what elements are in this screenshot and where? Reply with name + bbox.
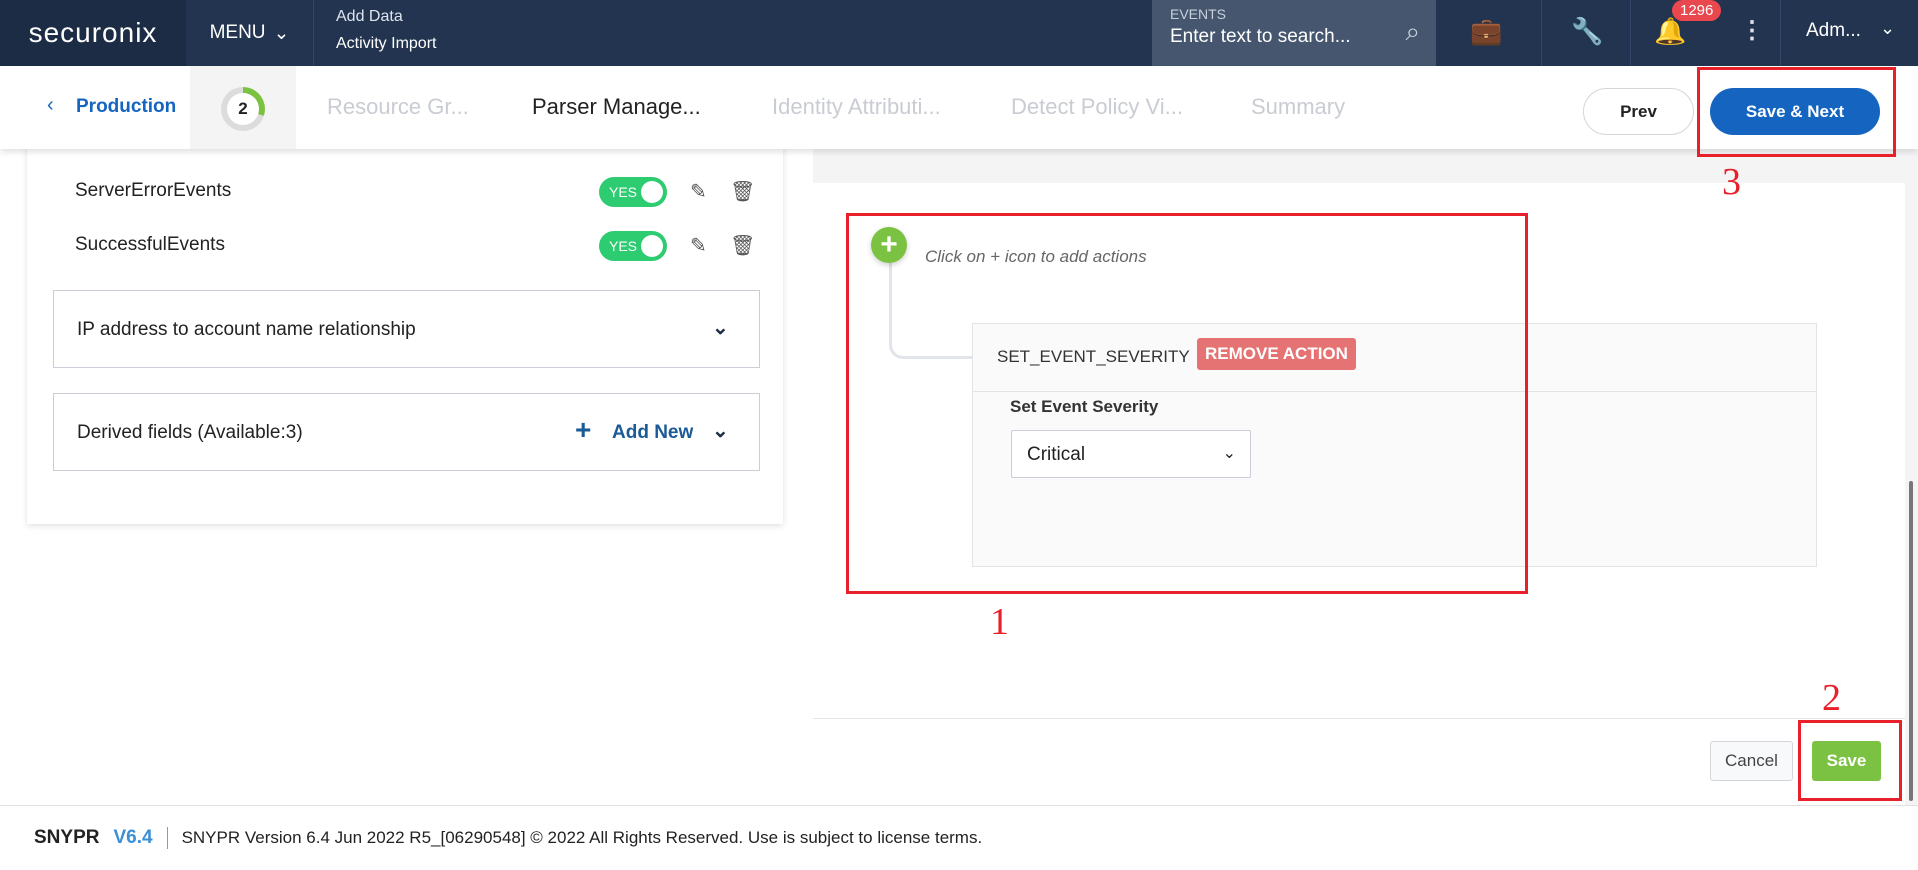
search-icon[interactable]: ⌕ [1405,16,1420,48]
event-name: SuccessfulEvents [75,234,225,255]
search-input[interactable]: Enter text to search... [1170,26,1418,48]
tab-summary[interactable]: Summary [1251,94,1345,120]
left-panel: ServerErrorEvents YES ✎ 🗑 SuccessfulEven… [0,119,813,805]
chevron-down-icon[interactable]: ⌄ [1880,18,1895,39]
annotation-label-1: 1 [990,601,1009,643]
chevron-down-icon[interactable]: ⌄ [712,418,729,443]
briefcase-add-icon[interactable]: 💼 [1470,16,1502,47]
footer: SNYPR V6.4 SNYPR Version 6.4 Jun 2022 R5… [0,805,1918,870]
enabled-toggle[interactable]: YES [599,231,667,261]
derived-fields-section[interactable]: Derived fields (Available:3) + Add New ⌄ [53,393,760,471]
section-title: Derived fields (Available:3) [77,422,303,443]
divider [1630,0,1631,66]
annotation-box-1 [846,213,1528,594]
ip-relationship-section[interactable]: IP address to account name relationship … [53,290,760,368]
user-menu[interactable]: Adm... [1806,20,1861,42]
enabled-toggle[interactable]: YES [599,177,667,207]
step-number: 2 [227,93,259,125]
divider [1541,0,1542,66]
scrollbar-thumb[interactable] [1909,481,1913,801]
tab-resource-groups[interactable]: Resource Gr... [327,94,469,120]
events-search[interactable]: EVENTS Enter text to search... ⌕ [1152,0,1436,66]
copyright-text: SNYPR Version 6.4 Jun 2022 R5_[06290548]… [181,828,983,847]
product-name: SNYPR [34,827,100,848]
toggle-label: YES [609,238,638,254]
breadcrumb-parent[interactable]: Add Data [336,8,403,26]
notification-badge: 1296 [1672,0,1722,21]
top-navbar: securonix MENU ⌄ Add Data Activity Import… [0,0,1918,66]
more-vertical-icon[interactable]: ⋮ [1740,16,1764,45]
plus-icon[interactable]: + [575,414,591,446]
add-new-link[interactable]: Add New [612,422,693,444]
divider [166,827,168,849]
annotation-label-2: 2 [1822,677,1841,719]
prev-button[interactable]: Prev [1583,88,1694,135]
wrench-icon[interactable]: 🔧 [1571,16,1603,47]
breadcrumb-current: Activity Import [336,35,437,52]
cancel-button[interactable]: Cancel [1710,741,1793,781]
section-title: IP address to account name relationship [77,319,416,340]
menu-label: MENU [209,22,266,43]
edit-pencil-icon[interactable]: ✎ [690,233,707,258]
event-name: ServerErrorEvents [75,180,232,201]
trash-icon[interactable]: 🗑 [730,233,755,258]
chevron-down-icon[interactable]: ⌄ [712,315,729,340]
tab-identity-attribution[interactable]: Identity Attributi... [772,94,941,120]
trash-icon[interactable]: 🗑 [730,179,755,204]
chevron-left-icon[interactable]: ‹ [47,94,54,117]
annotation-box-2 [1798,720,1902,801]
annotation-label-3: 3 [1722,161,1741,203]
step-progress-ring: 2 [221,87,265,131]
tab-detect-policy[interactable]: Detect Policy Vi... [1011,94,1183,120]
menu-button[interactable]: MENU ⌄ [186,0,314,66]
annotation-box-3 [1697,67,1896,157]
securonix-logo[interactable]: securonix [0,0,186,66]
product-version: V6.4 [113,827,153,848]
edit-pencil-icon[interactable]: ✎ [690,179,707,204]
chevron-down-icon: ⌄ [273,22,290,44]
tab-parser-management[interactable]: Parser Manage... [532,94,701,120]
toggle-label: YES [609,184,638,200]
search-label: EVENTS [1170,6,1227,22]
back-to-production[interactable]: Production [76,96,176,118]
divider [1780,0,1781,66]
